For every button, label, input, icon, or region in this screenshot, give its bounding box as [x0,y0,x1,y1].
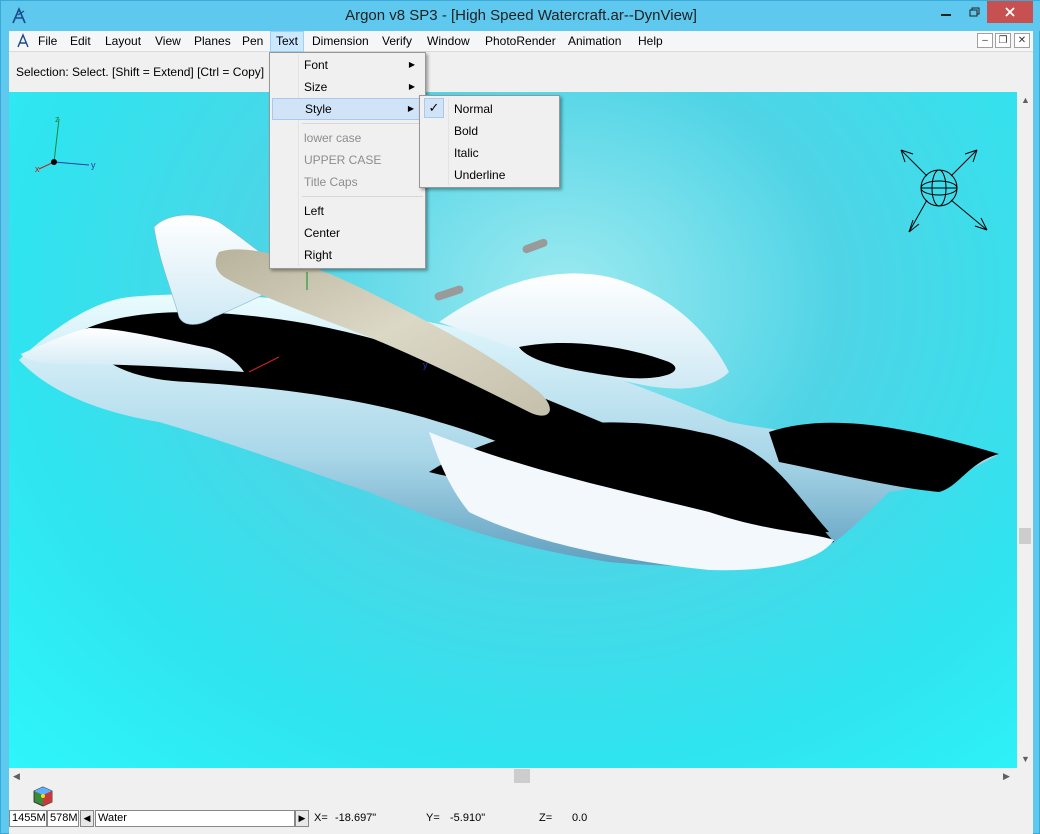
menu-item-style-label: Style [305,102,332,116]
memory-total: 1455M [9,810,47,827]
scroll-up-icon[interactable]: ▲ [1021,95,1030,105]
menu-photorender[interactable]: PhotoRender [480,31,561,52]
restore-icon: ❐ [998,35,1008,46]
selection-hint: Selection: Select. [Shift = Extend] [Ctr… [16,65,265,79]
arrow-left-icon: ◀ [83,813,91,823]
model-axis-y-label: y [423,360,428,370]
style-item-normal[interactable]: Normal [422,98,557,120]
menu-separator [302,196,423,197]
3d-viewport[interactable]: z y x y [9,92,1017,768]
menu-layout[interactable]: Layout [100,31,146,52]
menu-text[interactable]: Text [270,31,305,52]
submenu-arrow-icon: ▶ [408,60,415,69]
document-icon[interactable] [15,33,31,49]
watercraft-model: z y x y [19,114,999,571]
style-item-italic[interactable]: Italic [422,142,557,164]
restore-icon [969,7,979,17]
orbit-gizmo-icon[interactable] [900,149,988,233]
menu-view[interactable]: View [150,31,186,52]
y-coord-label: Y= [426,812,440,824]
vertical-scroll-thumb[interactable] [1019,528,1031,544]
vertical-scrollbar[interactable]: ▲ ▼ [1017,92,1033,768]
layer-prev-button[interactable]: ◀ [80,810,94,827]
menu-item-lower-case: lower case [304,131,362,145]
menu-pen[interactable]: Pen [237,31,268,52]
y-coord-value: -5.910" [450,812,486,824]
window-title: Argon v8 SP3 - [High Speed Watercraft.ar… [345,7,697,24]
title-bar: Argon v8 SP3 - [High Speed Watercraft.ar… [1,1,1040,31]
menu-bar: File Edit Layout View Planes Pen Text Di… [9,31,1033,52]
menu-item-upper-case: UPPER CASE [304,153,382,167]
maximize-button[interactable] [961,1,987,23]
mdi-close-button[interactable]: ✕ [1014,33,1030,48]
minimize-icon: – [982,35,988,46]
z-coord-label: Z= [539,812,553,824]
text-menu: Font ▶ Size ▶ Style ▶ lower case UPPER C… [269,52,426,269]
z-coord-value: 0.0 [572,812,588,824]
style-item-underline[interactable]: Underline [422,164,557,186]
menu-verify[interactable]: Verify [377,31,417,52]
selection-hint-bar: Selection: Select. [Shift = Extend] [Ctr… [9,52,1033,92]
menu-window[interactable]: Window [422,31,475,52]
menu-file[interactable]: File [33,31,62,52]
menu-item-style[interactable]: Style ▶ [272,98,423,120]
scrollbar-corner [1017,768,1033,785]
style-item-bold[interactable]: Bold [422,120,557,142]
minimize-icon [941,14,951,16]
menu-item-size-label: Size [304,80,328,94]
x-coord-value: -18.697" [335,812,377,824]
scroll-left-icon[interactable]: ◀ [13,771,20,782]
menu-item-title-caps: Title Caps [304,175,358,189]
app-window: Argon v8 SP3 - [High Speed Watercraft.ar… [0,0,1040,834]
layer-selector[interactable]: Water [95,810,295,827]
memory-used: 578M [47,810,79,827]
close-icon [1005,7,1015,17]
axis-triad: z y x [35,114,96,174]
submenu-arrow-icon: ▶ [407,104,414,113]
mdi-minimize-button[interactable]: – [977,33,993,48]
close-button[interactable] [987,1,1033,23]
close-icon: ✕ [1017,35,1027,46]
style-submenu: ✓ Normal Bold Italic Underline [419,95,560,188]
submenu-arrow-icon: ▶ [408,82,415,91]
axis-z-label: z [55,114,60,124]
status-panel: 1455M 578M ◀ Water ▶ X= -18.697" Y= -5.9… [9,785,1033,834]
menu-dimension[interactable]: Dimension [307,31,374,52]
horizontal-scrollbar[interactable]: ◀ ▶ [9,768,1017,785]
scroll-right-icon[interactable]: ▶ [1003,771,1010,782]
menu-item-right[interactable]: Right [272,244,423,266]
menu-item-left[interactable]: Left [272,200,423,222]
axis-x-label: x [35,164,40,174]
arrow-right-icon: ▶ [298,813,306,823]
minimize-button[interactable] [931,1,961,23]
menu-edit[interactable]: Edit [65,31,96,52]
menu-item-font[interactable]: Font ▶ [272,54,423,76]
menu-separator [302,123,423,124]
scroll-down-icon[interactable]: ▼ [1021,754,1030,764]
mdi-restore-button[interactable]: ❐ [995,33,1011,48]
axis-y-label: y [91,160,96,170]
x-coord-label: X= [314,812,328,824]
layer-next-button[interactable]: ▶ [295,810,309,827]
menu-animation[interactable]: Animation [563,31,626,52]
menu-item-font-label: Font [304,58,329,72]
horizontal-scroll-thumb[interactable] [514,769,530,783]
view-cube-icon[interactable] [31,785,55,809]
menu-item-size[interactable]: Size ▶ [272,76,423,98]
menu-help[interactable]: Help [633,31,668,52]
menu-item-center[interactable]: Center [272,222,423,244]
menu-planes[interactable]: Planes [189,31,236,52]
